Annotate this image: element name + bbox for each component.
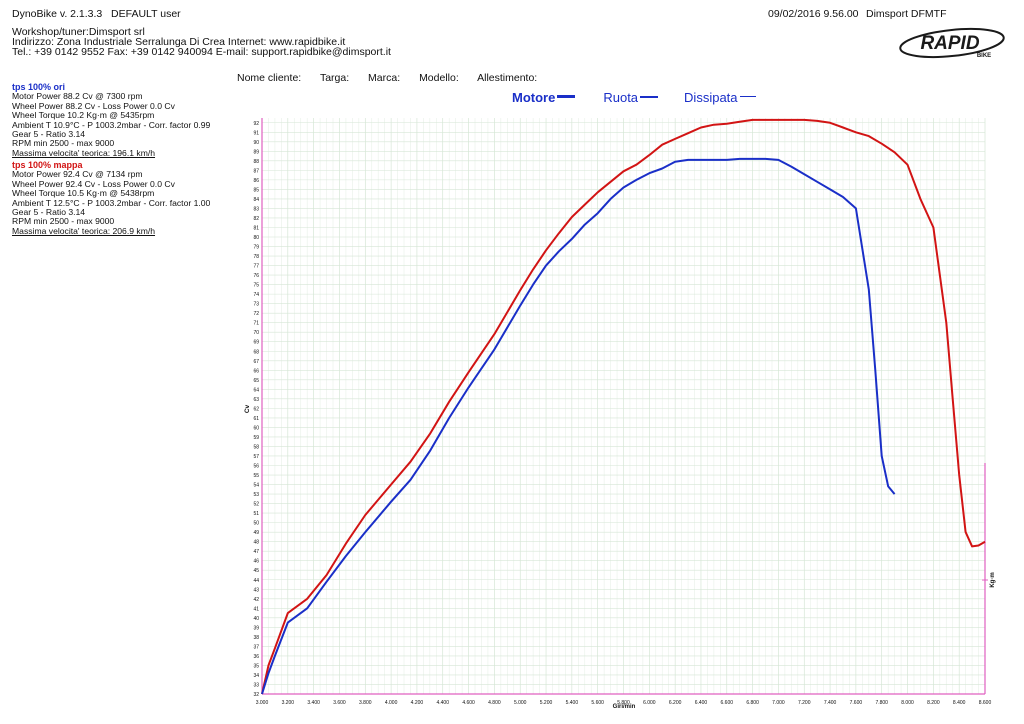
y-tick-label: 33 <box>253 682 259 688</box>
y2-axis-label: Kg·m <box>990 572 996 587</box>
x-tick-label: 7.000 <box>772 700 785 706</box>
x-tick-label: 5.400 <box>566 700 579 706</box>
x-tick-label: 8.200 <box>927 700 940 706</box>
x-tick-label: 3.800 <box>359 700 372 706</box>
y-tick-label: 72 <box>253 311 259 317</box>
y-tick-label: 81 <box>253 225 259 231</box>
x-tick-label: 4.200 <box>411 700 424 706</box>
chart-axes <box>261 118 988 695</box>
y-tick-label: 84 <box>253 197 259 203</box>
x-tick-label: 6.200 <box>669 700 682 706</box>
x-tick-label: 3.200 <box>282 700 295 706</box>
y-tick-label: 53 <box>253 492 259 498</box>
y-tick-label: 43 <box>253 587 259 593</box>
y-axis-label: Cv <box>244 404 251 413</box>
x-tick-label: 6.000 <box>643 700 656 706</box>
y-tick-label: 62 <box>253 406 259 412</box>
x-tick-label: 8.400 <box>953 700 966 706</box>
y-tick-label: 78 <box>253 254 259 260</box>
y-tick-label: 63 <box>253 397 259 403</box>
y-tick-label: 50 <box>253 521 259 527</box>
y-tick-label: 64 <box>253 387 259 393</box>
x-tick-label: 4.000 <box>385 700 398 706</box>
y-tick-label: 41 <box>253 606 259 612</box>
y-tick-label: 36 <box>253 654 259 660</box>
y-tick-labels: 32 33 34 35 36 37 38 39 40 41 42 43 44 45 46 47 48 49 50 51… <box>253 121 259 698</box>
y-tick-label: 68 <box>253 349 259 355</box>
y-tick-label: 52 <box>253 502 259 508</box>
y-tick-label: 80 <box>253 235 259 241</box>
y-tick-label: 83 <box>253 206 259 212</box>
y-tick-label: 61 <box>253 416 259 422</box>
x-tick-label: 3.400 <box>307 700 320 706</box>
y-tick-label: 90 <box>253 140 259 146</box>
y-tick-label: 79 <box>253 245 259 251</box>
y-tick-label: 44 <box>253 578 259 584</box>
y-tick-label: 47 <box>253 549 259 555</box>
y-tick-label: 89 <box>253 149 259 155</box>
y-tick-label: 73 <box>253 302 259 308</box>
x-axis-label: Giri/min <box>613 704 636 710</box>
y-tick-label: 69 <box>253 340 259 346</box>
y-tick-label: 40 <box>253 616 259 622</box>
y-tick-label: 88 <box>253 159 259 165</box>
x-tick-label: 5.600 <box>591 700 604 706</box>
x-tick-label: 6.400 <box>695 700 708 706</box>
y-tick-label: 39 <box>253 625 259 631</box>
x-tick-label: 6.800 <box>746 700 759 706</box>
y-tick-label: 92 <box>253 121 259 127</box>
y-tick-label: 55 <box>253 473 259 479</box>
y-tick-label: 58 <box>253 444 259 450</box>
y-tick-label: 51 <box>253 511 259 517</box>
x-tick-label: 4.400 <box>436 700 449 706</box>
y-tick-label: 48 <box>253 540 259 546</box>
y-tick-label: 86 <box>253 178 259 184</box>
y-tick-label: 66 <box>253 368 259 374</box>
y-tick-label: 56 <box>253 464 259 470</box>
y-tick-label: 77 <box>253 264 259 270</box>
y-tick-label: 70 <box>253 330 259 336</box>
y-tick-label: 75 <box>253 283 259 289</box>
x-tick-label: 5.000 <box>514 700 527 706</box>
y-tick-label: 82 <box>253 216 259 222</box>
x-tick-label: 7.400 <box>824 700 837 706</box>
y-tick-label: 34 <box>253 673 259 679</box>
x-tick-label: 3.000 <box>256 700 269 706</box>
y-tick-label: 45 <box>253 568 259 574</box>
x-tick-label: 4.600 <box>462 700 475 706</box>
y-tick-label: 71 <box>253 321 259 327</box>
y-tick-label: 87 <box>253 168 259 174</box>
x-tick-label: 7.200 <box>798 700 811 706</box>
x-tick-label: 8.000 <box>901 700 914 706</box>
y-tick-label: 46 <box>253 559 259 565</box>
y-tick-label: 32 <box>253 692 259 698</box>
y-tick-label: 59 <box>253 435 259 441</box>
y-tick-label: 57 <box>253 454 259 460</box>
x-tick-label: 8.600 <box>979 700 992 706</box>
y-tick-label: 60 <box>253 425 259 431</box>
y-tick-label: 37 <box>253 644 259 650</box>
y-tick-label: 38 <box>253 635 259 641</box>
y-tick-label: 67 <box>253 359 259 365</box>
x-tick-label: 7.800 <box>875 700 888 706</box>
x-tick-label: 7.600 <box>850 700 863 706</box>
chart-grid <box>261 118 986 695</box>
y-tick-label: 74 <box>253 292 259 298</box>
y-tick-label: 42 <box>253 597 259 603</box>
y-tick-label: 35 <box>253 663 259 669</box>
x-tick-label: 3.600 <box>333 700 346 706</box>
y-tick-label: 49 <box>253 530 259 536</box>
x-tick-label: 6.600 <box>721 700 734 706</box>
y-tick-label: 85 <box>253 187 259 193</box>
y-tick-label: 65 <box>253 378 259 384</box>
y-tick-label: 76 <box>253 273 259 279</box>
y-tick-label: 54 <box>253 483 259 489</box>
y-tick-label: 91 <box>253 130 259 136</box>
x-tick-label: 4.800 <box>488 700 501 706</box>
dyno-chart: 3.000 3.200 3.400 3.600 3.800 4.000 4.200 4.400… <box>244 118 996 710</box>
x-tick-label: 5.200 <box>540 700 553 706</box>
